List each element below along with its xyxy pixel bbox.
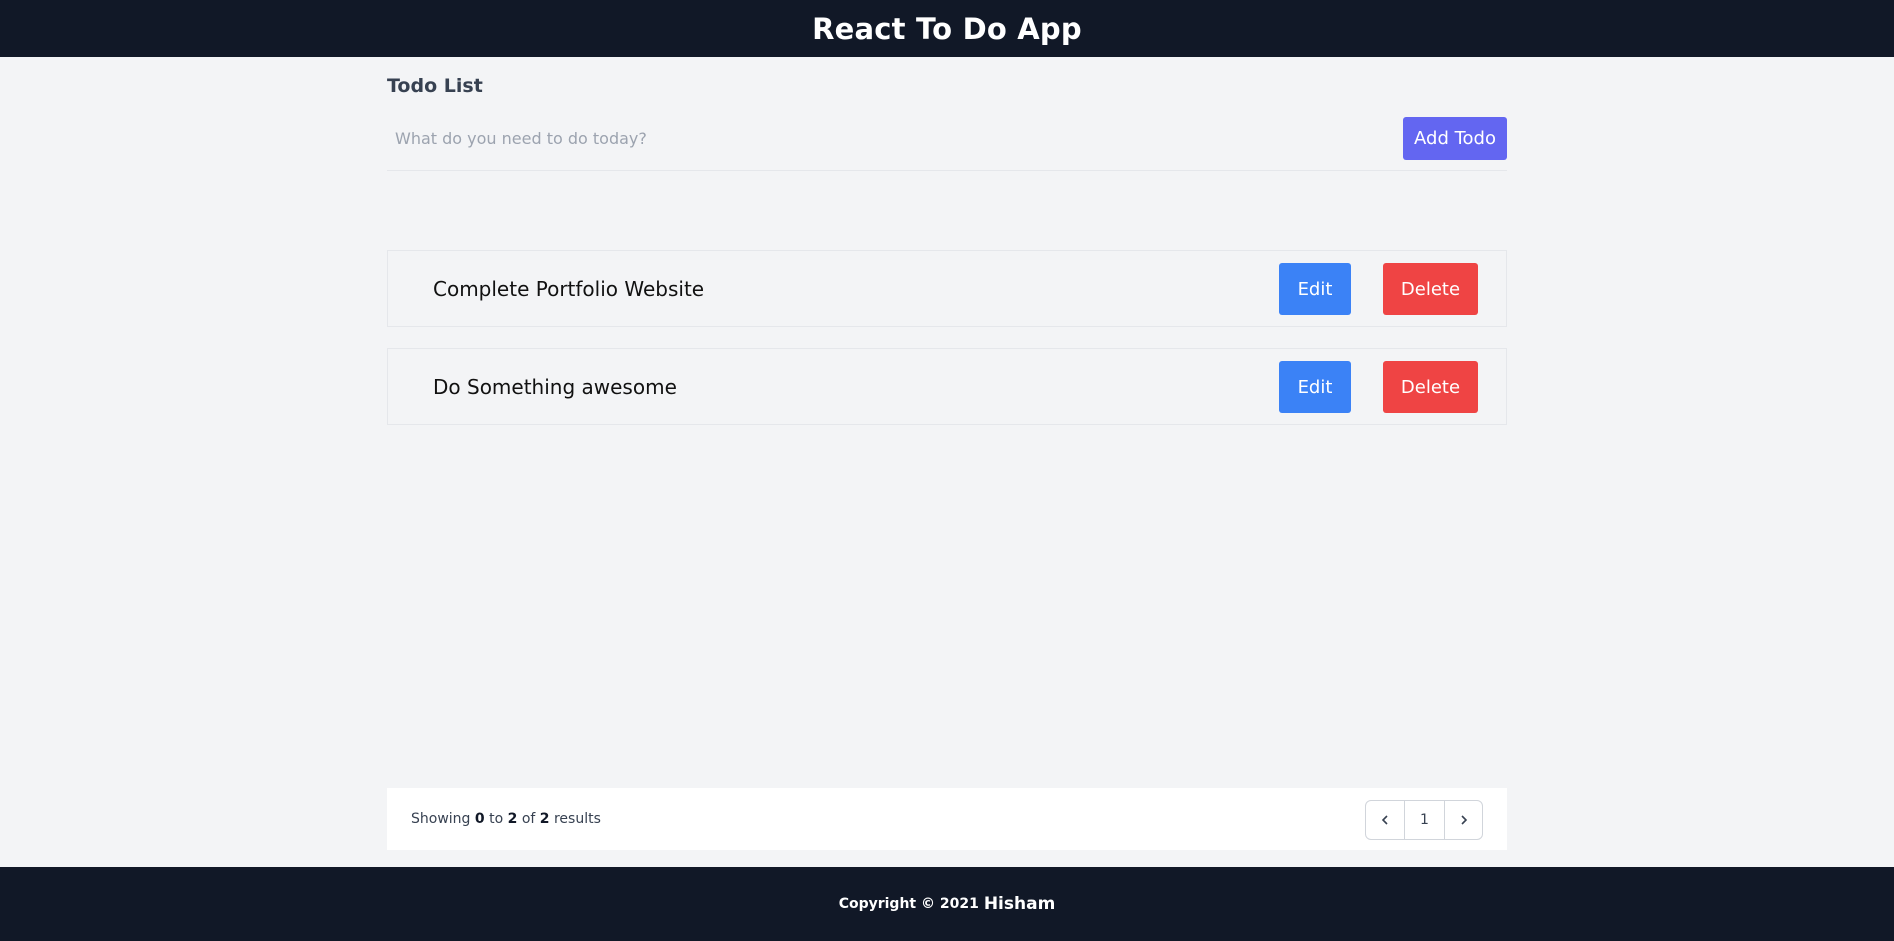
chevron-left-icon <box>1381 815 1388 825</box>
todo-list-title: Todo List <box>387 75 483 97</box>
add-todo-form: Add Todo <box>387 117 1507 171</box>
todo-input[interactable] <box>387 117 1387 159</box>
delete-button[interactable]: Delete <box>1383 361 1478 413</box>
author-name: Hisham <box>983 894 1056 914</box>
add-todo-button[interactable]: Add Todo <box>1403 117 1507 160</box>
page-button-1[interactable]: 1 <box>1404 801 1444 839</box>
results-from: 0 <box>474 811 485 827</box>
results-suffix: results <box>553 811 601 827</box>
delete-button[interactable]: Delete <box>1383 263 1478 315</box>
app-header: React To Do App <box>0 0 1894 57</box>
edit-button[interactable]: Edit <box>1279 263 1351 315</box>
copyright-text: Copyright © 2021 <box>838 896 979 912</box>
previous-page-button[interactable] <box>1366 801 1404 839</box>
results-of-word: of <box>521 811 536 827</box>
edit-button[interactable]: Edit <box>1279 361 1351 413</box>
next-page-button[interactable] <box>1444 801 1482 839</box>
results-to: 2 <box>507 811 518 827</box>
pager: 1 <box>1365 800 1483 840</box>
results-total: 2 <box>539 811 550 827</box>
results-to-word: to <box>489 811 504 827</box>
app-footer: Copyright © 2021 Hisham <box>0 867 1894 941</box>
todo-item: Do Something awesome Edit Delete <box>387 348 1507 425</box>
todo-item: Complete Portfolio Website Edit Delete <box>387 250 1507 327</box>
chevron-right-icon <box>1460 815 1467 825</box>
results-prefix: Showing <box>411 811 471 827</box>
todo-list: Complete Portfolio Website Edit Delete D… <box>387 250 1507 446</box>
pagination-bar: Showing 0 to 2 of 2 results 1 <box>387 788 1507 850</box>
todo-text: Complete Portfolio Website <box>433 276 705 301</box>
app-title: React To Do App <box>812 11 1082 46</box>
todo-text: Do Something awesome <box>433 374 677 399</box>
results-summary: Showing 0 to 2 of 2 results <box>411 788 601 850</box>
